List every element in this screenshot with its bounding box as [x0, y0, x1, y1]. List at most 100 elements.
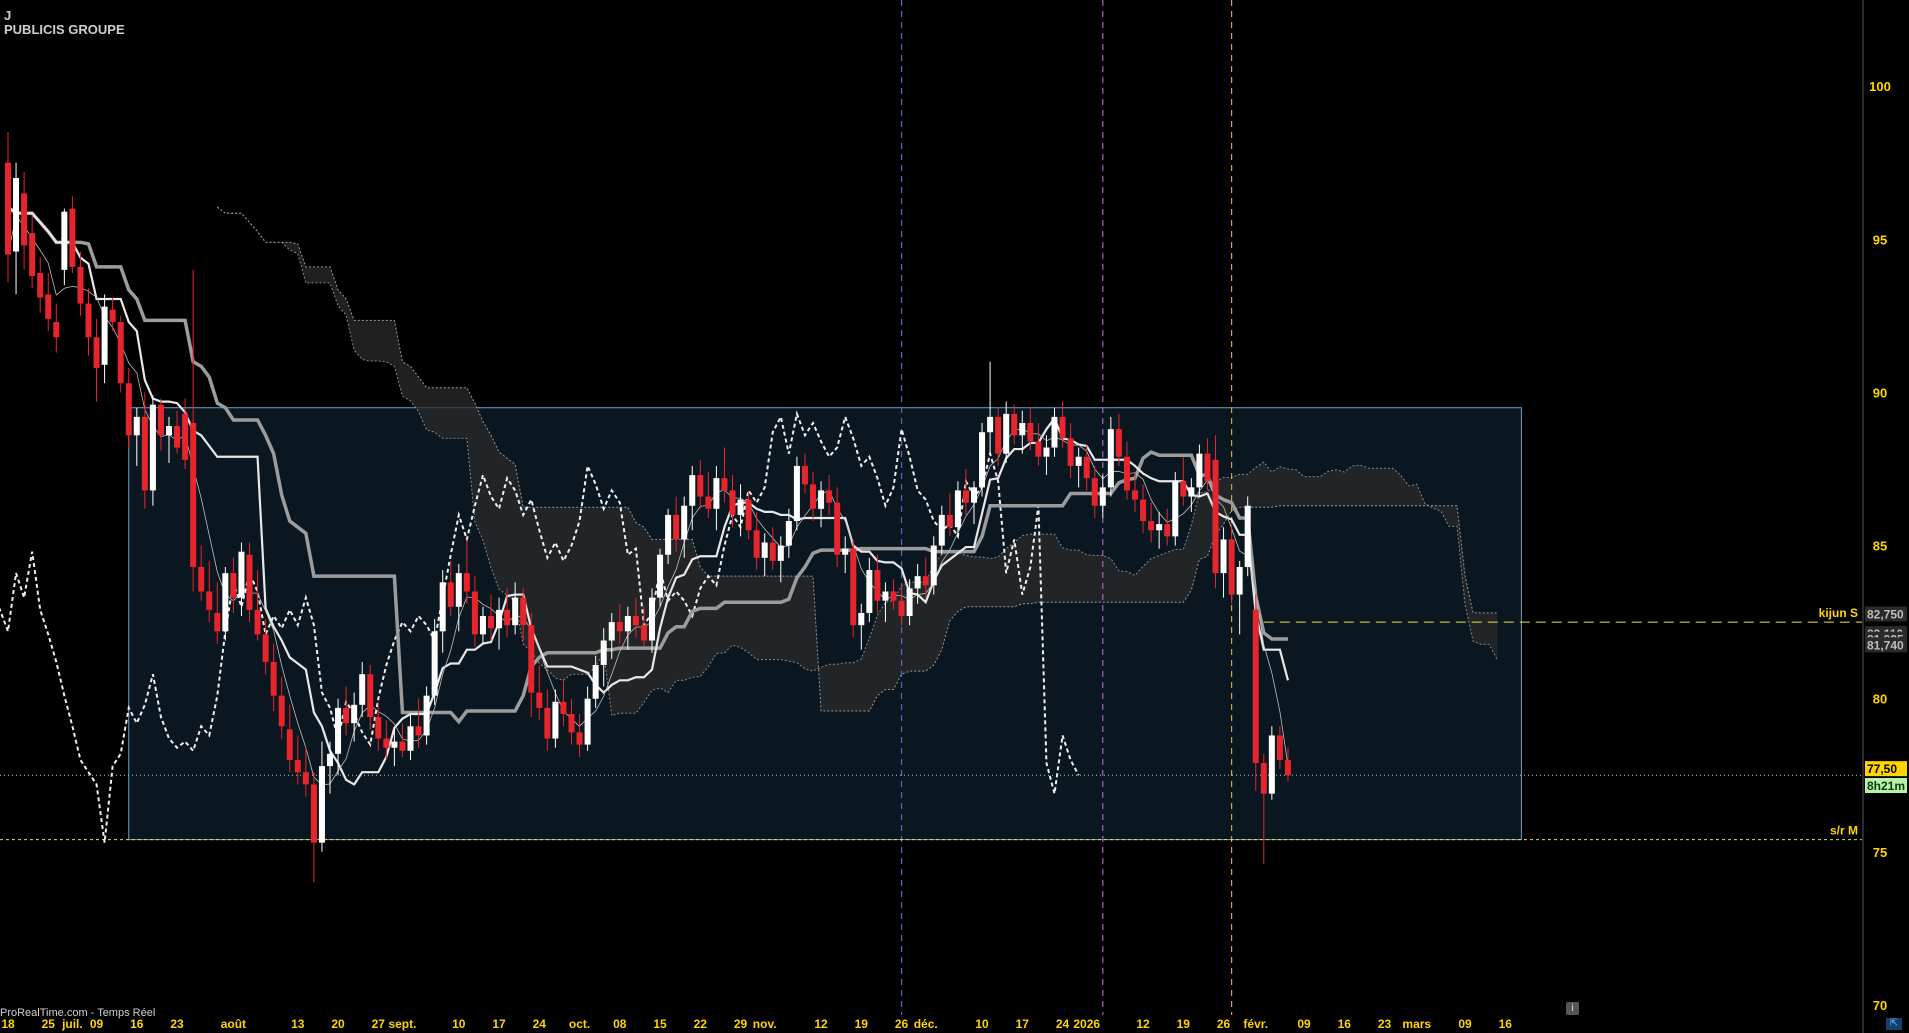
x-tick-label: 16	[1338, 1017, 1352, 1031]
candle-body	[93, 337, 100, 368]
candle-body	[673, 514, 680, 540]
x-tick-label: 23	[1378, 1017, 1392, 1031]
candle-body	[53, 321, 60, 338]
candle-body	[898, 600, 905, 616]
x-tick-label: 22	[694, 1017, 708, 1031]
x-tick-label: 26	[895, 1017, 909, 1031]
x-tick-label: juil.	[61, 1017, 83, 1031]
candle-body	[262, 634, 269, 662]
candle	[117, 315, 124, 393]
candle-body	[721, 478, 728, 491]
candle	[1252, 594, 1259, 791]
price-tag-3: 81,740	[1867, 638, 1904, 652]
x-tick-label: 09	[90, 1017, 104, 1031]
candle-body	[1091, 478, 1098, 506]
x-tick-label: 19	[855, 1017, 869, 1031]
y-axis: 70758085909510082,75082,11081,92581,7407…	[1862, 0, 1909, 1033]
candle-body	[214, 612, 221, 632]
candle-body	[890, 591, 897, 601]
candle-body	[1196, 453, 1203, 488]
x-tick-label: déc.	[914, 1017, 938, 1031]
candle-body	[431, 631, 438, 696]
x-tick-label: 08	[613, 1017, 627, 1031]
candle-body	[657, 554, 664, 598]
candle-body	[230, 573, 237, 598]
candle-body	[1252, 609, 1259, 764]
candle-body	[109, 309, 116, 322]
expand-icon[interactable]: ⇱	[1886, 1018, 1902, 1030]
candle-body	[769, 542, 776, 561]
candle-body	[1035, 441, 1042, 457]
x-tick-label: mars	[1402, 1017, 1431, 1031]
candle-body	[318, 766, 325, 843]
candle-body	[21, 193, 28, 246]
candle-body	[77, 266, 84, 304]
candle-body	[310, 784, 317, 843]
candle-body	[1059, 416, 1066, 439]
candle-body	[190, 423, 197, 567]
x-tick-label: 13	[291, 1017, 305, 1031]
info-icon[interactable]: i	[1566, 1002, 1579, 1015]
y-tick-label: 85	[1873, 539, 1887, 554]
y-tick-label: 95	[1873, 232, 1887, 247]
candle-body	[335, 707, 342, 754]
candle-body	[834, 502, 841, 555]
candle-body	[1276, 735, 1283, 760]
candle-body	[882, 591, 889, 601]
candle	[979, 423, 986, 497]
candle-body	[182, 413, 189, 460]
candle-body	[133, 416, 140, 436]
candle-body	[592, 665, 599, 699]
candle-body	[125, 383, 132, 436]
candle	[850, 539, 857, 638]
candle-body	[987, 416, 994, 433]
candle-body	[616, 622, 623, 632]
candle-body	[488, 615, 494, 629]
candle-body	[785, 521, 792, 546]
candle-body	[1260, 763, 1267, 794]
candle-body	[777, 545, 784, 561]
candle-body	[198, 566, 205, 592]
candle-body	[37, 272, 44, 298]
candle-body	[1204, 453, 1211, 482]
candle-body	[946, 514, 953, 528]
candle-body	[61, 211, 68, 270]
x-tick-label: 16	[1499, 1017, 1513, 1031]
candle-body	[1115, 429, 1122, 457]
candle-body	[399, 741, 406, 751]
candle-body	[681, 505, 688, 540]
candle-body	[1043, 447, 1050, 457]
candle-body	[1075, 456, 1082, 466]
candle-body	[697, 475, 704, 497]
x-tick-label: 17	[492, 1017, 506, 1031]
x-tick-label: sept.	[388, 1017, 416, 1031]
x-tick-label: 10	[975, 1017, 989, 1031]
candle-body	[496, 609, 503, 629]
candle-body	[536, 692, 543, 708]
candle-body	[479, 615, 486, 635]
x-tick-label: 20	[331, 1017, 345, 1031]
price-tag-5: 8h21m	[1867, 779, 1905, 793]
x-tick-label: 27	[372, 1017, 386, 1031]
x-tick-label: 25	[42, 1017, 56, 1031]
price-chart[interactable]: s/r Mkijun S70758085909510082,75082,1108…	[0, 0, 1909, 1033]
candle-body	[584, 698, 591, 745]
candle-body	[649, 597, 655, 641]
y-tick-label: 100	[1869, 79, 1891, 94]
candle-body	[29, 233, 36, 277]
candle-body	[367, 674, 374, 718]
chart-window: s/r Mkijun S70758085909510082,75082,1108…	[0, 0, 1909, 1033]
candle-body	[914, 576, 921, 589]
candle-body	[439, 582, 446, 632]
candle-body	[665, 514, 672, 555]
candle-body	[343, 707, 350, 724]
candle-body	[560, 701, 567, 715]
candle-body	[906, 588, 913, 616]
candle-body	[238, 551, 245, 598]
candle-body	[463, 573, 470, 592]
candle	[1268, 726, 1275, 800]
candle-body	[302, 772, 309, 785]
candle-body	[1284, 759, 1291, 776]
candle-body	[1123, 456, 1130, 491]
marker-label-1: kijun S	[1819, 606, 1858, 620]
